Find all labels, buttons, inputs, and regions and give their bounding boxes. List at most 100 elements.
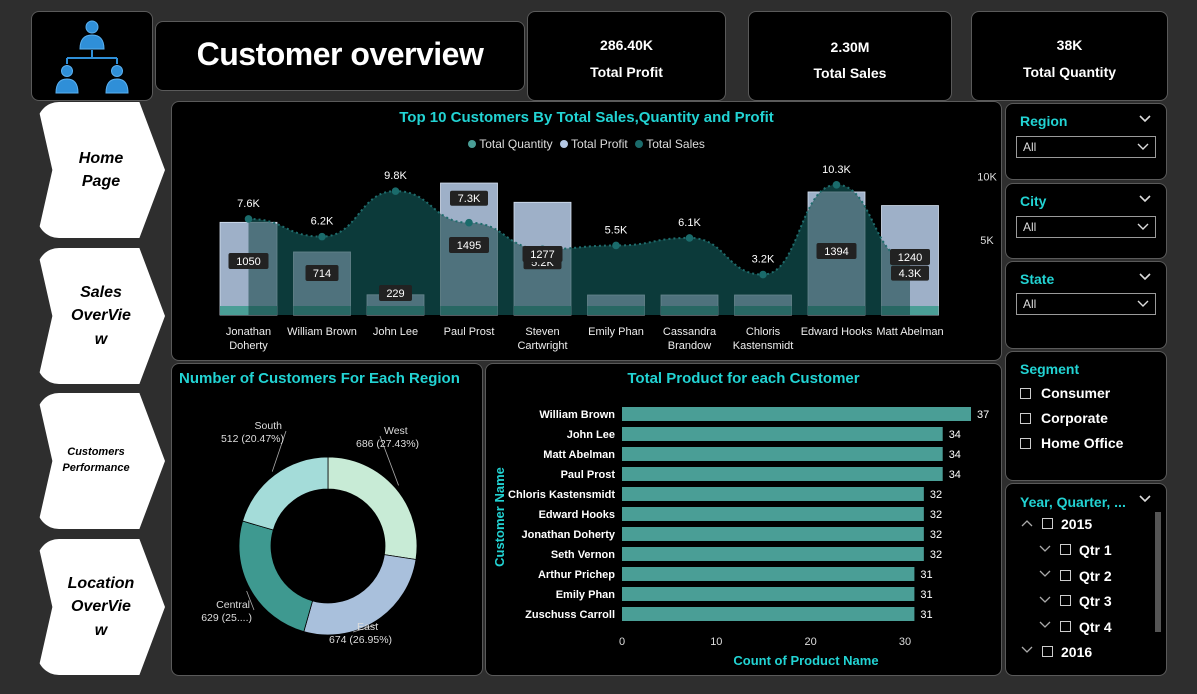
bar-category-label: William Brown [539, 409, 615, 421]
slicer-title: Region [1020, 113, 1068, 129]
year-label[interactable]: 2015 [1061, 516, 1092, 532]
donut-slice-south [242, 456, 329, 531]
slicer-title: State [1020, 271, 1055, 287]
y-axis-title: Customer Name [492, 467, 507, 567]
nav-label: w [94, 621, 108, 639]
kpi-value: 2.30M [830, 39, 870, 55]
profit-data-label: 229 [386, 288, 404, 300]
combo-chart-svg: 7.6K6.2K9.8K7.3K5.2K5.5K6.1K3.2K10.3K4.3… [219, 164, 997, 352]
x-tick-label: 20 [805, 636, 817, 648]
segment-option-label[interactable]: Consumer [1041, 385, 1110, 401]
chevron-down-icon[interactable] [1138, 492, 1152, 506]
quarter-label[interactable]: Qtr 2 [1079, 568, 1112, 584]
segment-option-label[interactable]: Corporate [1041, 410, 1108, 426]
segment-option-label[interactable]: Home Office [1041, 435, 1123, 451]
segment-slicer: Segment Consumer Corporate Home Office [1005, 351, 1167, 481]
bar [622, 487, 924, 501]
profit-data-label: 1050 [236, 256, 260, 268]
scrollbar-thumb[interactable] [1155, 512, 1161, 632]
date-hierarchy-slicer: Year, Quarter, ... 2015 Qtr 1 Qtr 2 Qtr … [1005, 483, 1167, 676]
sales-point [685, 234, 694, 242]
slice-name-label: Central [216, 599, 250, 611]
bar [622, 587, 915, 601]
nav-label: OverVie [71, 598, 131, 616]
chevron-down-icon[interactable] [1138, 112, 1152, 126]
chevron-down-icon[interactable] [1039, 620, 1051, 630]
nav-location-overview-button[interactable]: Location OverVie w [37, 539, 165, 675]
kpi-card-quantity: 38K Total Quantity [971, 11, 1168, 101]
chevron-down-icon[interactable] [1138, 270, 1152, 284]
bar-category-label: Edward Hooks [539, 509, 615, 521]
slicer-title: City [1020, 193, 1047, 209]
qtr1-checkbox[interactable] [1060, 544, 1071, 555]
y-tick-label: 5K [980, 235, 994, 247]
profit-data-label: 1495 [457, 240, 481, 252]
sales-data-label: 3.2K [752, 254, 775, 266]
product-count-chart-panel: Total Product for each Customer William … [485, 363, 1002, 676]
sales-data-label: 6.1K [678, 217, 701, 229]
chevron-down-icon[interactable] [1039, 595, 1051, 605]
region-dropdown[interactable]: All [1016, 136, 1156, 158]
bar-value-label: 32 [930, 489, 942, 501]
kpi-label: Total Sales [813, 65, 887, 81]
home-office-checkbox[interactable] [1020, 438, 1031, 449]
profit-data-label: 714 [313, 268, 331, 280]
chevron-down-icon[interactable] [1039, 569, 1051, 579]
chevron-down-icon[interactable] [1021, 645, 1033, 655]
dropdown-value: All [1023, 220, 1037, 234]
bar-value-label: 31 [920, 609, 932, 621]
bar [622, 467, 943, 481]
bar-value-label: 31 [920, 589, 932, 601]
sales-data-label: 7.3K [458, 193, 481, 205]
sales-point [612, 241, 620, 250]
kpi-label: Total Profit [590, 64, 663, 80]
quarter-label[interactable]: Qtr 1 [1079, 542, 1112, 558]
year-label[interactable]: 2016 [1061, 644, 1092, 660]
category-label: Doherty [229, 340, 268, 352]
region-donut-panel: Number of Customers For Each Region West… [171, 363, 483, 676]
slice-value-label: 674 (26.95%) [329, 634, 392, 646]
category-label: John Lee [373, 326, 418, 338]
category-label: Jonathan [226, 326, 271, 338]
quarter-label[interactable]: Qtr 4 [1079, 619, 1112, 635]
y-tick-label: 10K [977, 172, 997, 184]
bar [622, 447, 943, 461]
chevron-down-icon[interactable] [1138, 192, 1152, 206]
chevron-up-icon[interactable] [1021, 518, 1033, 528]
sales-data-label: 10.3K [822, 164, 851, 176]
category-label: Steven [525, 326, 559, 338]
consumer-checkbox[interactable] [1020, 388, 1031, 399]
sales-data-label: 6.2K [311, 216, 334, 228]
dashboard-canvas: Customer overview 286.40K Total Profit 2… [0, 0, 1197, 694]
sales-data-label: 7.6K [237, 198, 260, 210]
bar-value-label: 32 [930, 509, 942, 521]
slice-name-label: West [384, 425, 408, 437]
bar-value-label: 32 [930, 529, 942, 541]
year-2015-checkbox[interactable] [1042, 518, 1053, 529]
bar-value-label: 37 [977, 409, 989, 421]
qtr4-checkbox[interactable] [1060, 621, 1071, 632]
corporate-checkbox[interactable] [1020, 413, 1031, 424]
nav-customers-performance-button[interactable]: Customers Performance [37, 393, 165, 529]
category-label: Matt Abelman [876, 326, 943, 338]
nav-home-page-button[interactable]: Home Page [37, 102, 165, 238]
category-label: Emily Phan [588, 326, 644, 338]
nav-label: w [94, 330, 108, 348]
state-slicer: State All [1005, 261, 1167, 349]
year-2016-checkbox[interactable] [1042, 646, 1053, 657]
sales-data-label: 5.5K [605, 224, 628, 236]
nav-label: Home [78, 149, 124, 167]
chevron-down-icon[interactable] [1039, 544, 1051, 554]
chevron-down-icon [1137, 223, 1149, 230]
city-dropdown[interactable]: All [1016, 216, 1156, 238]
qtr3-checkbox[interactable] [1060, 595, 1071, 606]
slicer-title: Year, Quarter, ... [1020, 494, 1126, 510]
sales-point [832, 181, 841, 189]
nav-label: Location [67, 575, 135, 593]
qtr2-checkbox[interactable] [1060, 570, 1071, 581]
quarter-label[interactable]: Qtr 3 [1079, 593, 1112, 609]
state-dropdown[interactable]: All [1016, 293, 1156, 315]
kpi-value: 38K [1056, 37, 1083, 53]
x-tick-label: 30 [899, 636, 911, 648]
nav-sales-overview-button[interactable]: Sales OverVie w [37, 248, 165, 384]
